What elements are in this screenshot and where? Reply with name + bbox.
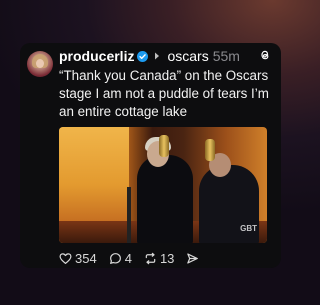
avatar[interactable] [27, 51, 53, 77]
avatar-face [36, 59, 44, 68]
like-button[interactable]: 354 [59, 251, 97, 266]
share-button[interactable] [186, 252, 202, 265]
person-left [137, 155, 193, 243]
post-image[interactable]: GBT [59, 127, 267, 243]
reply-icon [109, 252, 121, 264]
like-count: 354 [75, 250, 97, 266]
share-icon [187, 252, 199, 264]
username[interactable]: producerliz [59, 48, 134, 64]
post-card[interactable]: producerliz oscars 55m “Thank you Canada… [20, 43, 281, 268]
post-text: “Thank you Canada” on the Oscars stage I… [59, 68, 269, 119]
microphone-stand [127, 187, 131, 243]
action-bar: 354 4 13 [59, 250, 214, 266]
community-name[interactable]: oscars [167, 48, 208, 64]
verified-badge-icon [137, 50, 149, 62]
repost-button[interactable]: 13 [144, 251, 174, 266]
heart-icon [59, 252, 72, 264]
oscar-statuette [205, 139, 215, 161]
reply-count: 4 [124, 250, 132, 266]
chevron-right-icon [155, 52, 160, 60]
repost-count: 13 [159, 250, 175, 266]
threads-logo-icon[interactable] [259, 49, 271, 61]
reply-button[interactable]: 4 [109, 251, 132, 266]
repost-icon [145, 252, 156, 264]
post-header: producerliz oscars 55m [59, 47, 271, 65]
post-time: 55m [212, 48, 240, 64]
broadcast-watermark: GBT [240, 224, 257, 233]
oscar-statuette [159, 135, 169, 157]
